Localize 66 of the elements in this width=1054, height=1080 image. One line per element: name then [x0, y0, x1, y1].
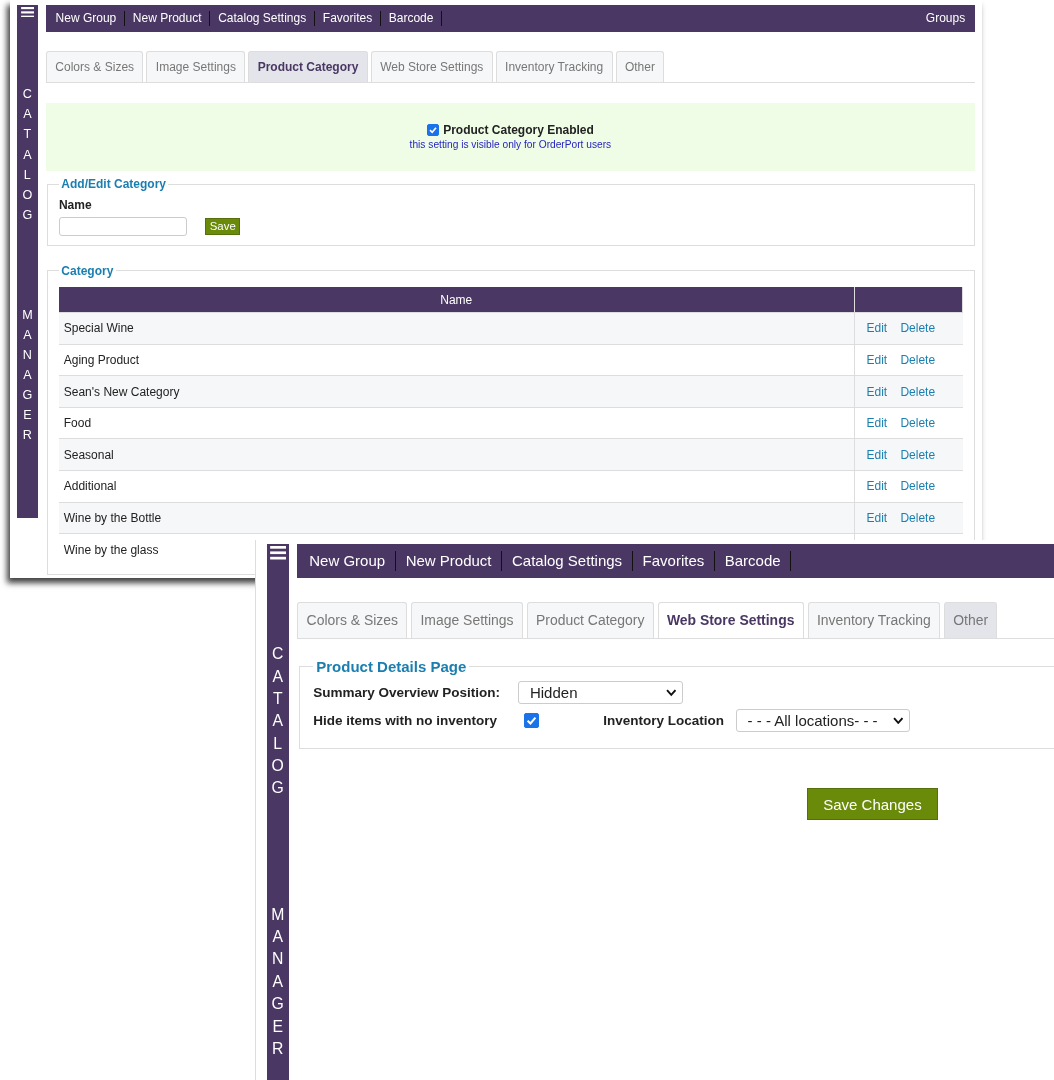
tab[interactable]: Image Settings: [411, 601, 523, 638]
sidebar-title: MANAGER: [21, 306, 34, 445]
checkbox[interactable]: [523, 713, 539, 729]
delete-link[interactable]: Delete: [900, 510, 936, 525]
tab[interactable]: Other: [615, 51, 665, 82]
nav-link[interactable]: Barcode: [715, 551, 792, 571]
sidebar-title: CATALOG: [270, 644, 285, 799]
chevron-down-icon: [892, 716, 904, 725]
edit-link[interactable]: Edit: [866, 447, 888, 462]
delete-link[interactable]: Delete: [900, 479, 936, 494]
name-field[interactable]: [58, 216, 188, 237]
chevron-down-icon: [665, 689, 677, 697]
delete-link[interactable]: Delete: [900, 321, 936, 336]
tab[interactable]: Colors & Sizes: [297, 601, 408, 638]
dropdown[interactable]: Hidden: [518, 681, 684, 705]
field-label: Summary Overview Position:: [313, 685, 502, 701]
nav-link[interactable]: Favorites: [315, 10, 381, 27]
nav-link[interactable]: New Group: [309, 551, 396, 571]
table-cell: Special Wine: [58, 312, 855, 345]
dropdown[interactable]: - - - All locations- - -: [736, 708, 911, 733]
delete-link[interactable]: Delete: [900, 353, 936, 367]
tab[interactable]: Image Settings: [146, 51, 246, 82]
note-text: this setting is visible only for OrderPort users: [409, 139, 612, 151]
tab[interactable]: Web Store Settings: [370, 51, 493, 82]
nav-link[interactable]: New Product: [395, 551, 503, 571]
nav-link[interactable]: Catalog Settings: [210, 10, 315, 27]
tab[interactable]: Web Store Settings: [657, 601, 804, 638]
edit-link[interactable]: Edit: [866, 353, 888, 367]
field-label: Name: [58, 198, 93, 213]
field-label: Inventory Location: [603, 713, 724, 729]
edit-link[interactable]: Edit: [866, 479, 888, 494]
section-title: Category: [60, 263, 115, 278]
tab[interactable]: Inventory Tracking: [807, 601, 941, 638]
checkbox[interactable]: [426, 124, 439, 137]
tab[interactable]: Other: [943, 601, 998, 638]
sidebar-title: MANAGER: [270, 904, 286, 1059]
delete-link[interactable]: Delete: [900, 447, 936, 462]
section-title: Add/Edit Category: [60, 177, 167, 192]
nav-link[interactable]: Barcode: [380, 10, 443, 27]
tab[interactable]: Product Category: [526, 601, 654, 638]
nav-link[interactable]: New Group: [55, 10, 126, 27]
table-cell: Sean's New Category: [58, 375, 855, 408]
edit-link[interactable]: Edit: [866, 384, 888, 399]
tab[interactable]: Colors & Sizes: [45, 51, 144, 82]
delete-link[interactable]: Delete: [900, 416, 936, 431]
nav-link[interactable]: New Product: [125, 10, 211, 27]
checkbox-label: Product Category Enabled: [443, 123, 594, 138]
sidebar-title: CATALOG: [21, 86, 34, 224]
save-button[interactable]: Save: [205, 218, 241, 235]
menu-icon[interactable]: [20, 6, 34, 18]
column-header: Name: [58, 287, 855, 313]
edit-link[interactable]: Edit: [866, 321, 888, 336]
edit-link[interactable]: Edit: [866, 510, 888, 525]
tab[interactable]: Product Category: [248, 51, 368, 82]
tab[interactable]: Inventory Tracking: [495, 51, 613, 82]
save-button[interactable]: Save Changes: [807, 787, 938, 821]
menu-icon[interactable]: [269, 546, 286, 560]
nav-link[interactable]: Groups: [925, 11, 966, 26]
delete-link[interactable]: Delete: [900, 384, 936, 399]
nav-link[interactable]: Catalog Settings: [502, 551, 633, 571]
edit-link[interactable]: Edit: [866, 416, 888, 431]
nav-link[interactable]: Favorites: [632, 551, 715, 571]
section-title: Product Details Page: [315, 658, 468, 676]
table-cell: Seasonal: [58, 438, 855, 471]
table-cell: Wine by the Bottle: [58, 502, 855, 534]
field-label: Hide items with no inventory: [313, 713, 499, 729]
